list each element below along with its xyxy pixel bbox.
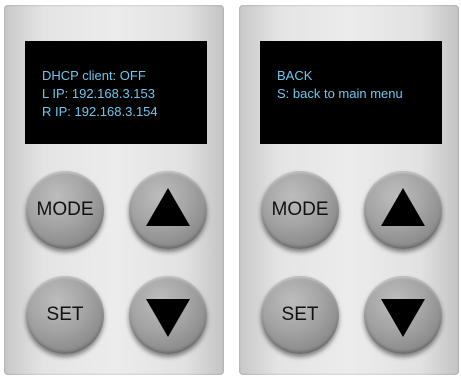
display-line: BACK: [277, 68, 313, 83]
triangle-up-icon: [381, 188, 425, 226]
mode-button-label: MODE: [271, 199, 329, 220]
device-comparison: DHCP client: OFF L IP: 192.168.3.153 R I…: [0, 0, 461, 379]
display-line: S: back to main menu: [277, 86, 403, 101]
mode-button[interactable]: MODE: [261, 171, 339, 249]
left-control-panel: DHCP client: OFF L IP: 192.168.3.153 R I…: [4, 5, 224, 375]
down-button[interactable]: [364, 276, 442, 354]
up-button[interactable]: [364, 171, 442, 249]
triangle-down-icon: [146, 299, 190, 337]
triangle-up-icon: [146, 188, 190, 226]
mode-button-label: MODE: [36, 199, 94, 220]
set-button[interactable]: SET: [261, 276, 339, 354]
set-button-label: SET: [46, 304, 84, 325]
mode-button[interactable]: MODE: [26, 171, 104, 249]
triangle-down-icon: [381, 299, 425, 337]
lcd-display: DHCP client: OFF L IP: 192.168.3.153 R I…: [25, 41, 207, 144]
set-button[interactable]: SET: [26, 276, 104, 354]
display-line: L IP: 192.168.3.153: [42, 86, 156, 101]
lcd-display: BACK S: back to main menu: [260, 41, 442, 144]
set-button-label: SET: [281, 304, 319, 325]
display-line: R IP: 192.168.3.154: [42, 104, 158, 119]
down-button[interactable]: [129, 276, 207, 354]
display-line: DHCP client: OFF: [42, 68, 146, 83]
right-control-panel: BACK S: back to main menu MODE SET: [239, 5, 459, 375]
up-button[interactable]: [129, 171, 207, 249]
